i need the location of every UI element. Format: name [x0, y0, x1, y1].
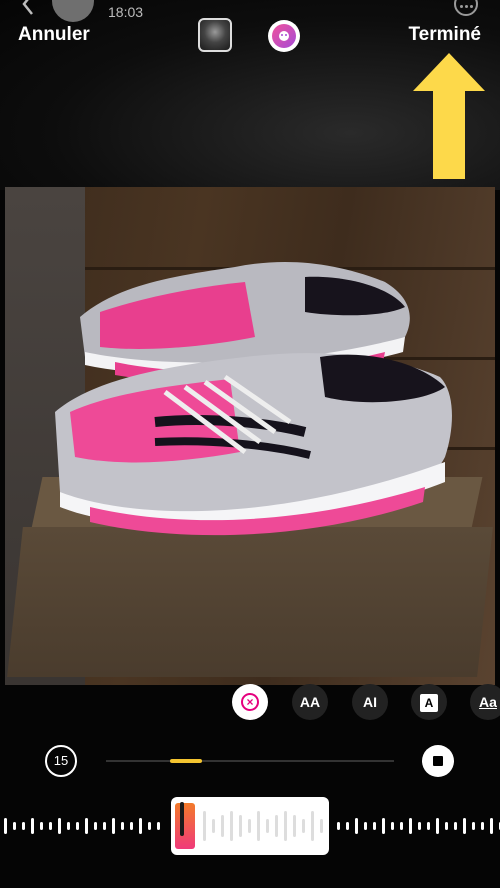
waveform-bar: [13, 822, 16, 830]
sticker-face-icon[interactable]: [268, 20, 300, 52]
clip-waveform-bar: [320, 819, 323, 833]
waveform-bar: [139, 818, 142, 834]
status-time: 18:03: [108, 4, 144, 20]
waveform-bar: [454, 822, 457, 830]
remove-style-button[interactable]: ×: [232, 684, 268, 720]
waveform-bar: [463, 818, 466, 834]
waveform-bar: [40, 822, 43, 830]
waveform-bar: [148, 822, 151, 830]
waveform-bar: [103, 822, 106, 830]
waveform-bar: [490, 818, 493, 834]
sneakers-image: [55, 262, 452, 536]
clip-start-marker: [175, 803, 195, 849]
waveform-bar: [121, 822, 124, 830]
text-style-box-button[interactable]: A: [411, 684, 447, 720]
waveform-bar: [112, 818, 115, 834]
close-icon: ×: [241, 693, 259, 711]
waveform-bar: [418, 822, 421, 830]
clip-handle[interactable]: [180, 802, 184, 836]
text-style-bold-button[interactable]: AI: [352, 684, 388, 720]
clip-waveform-bar: [275, 815, 278, 837]
clip-waveform-bar: [230, 811, 233, 841]
clip-waveform: [203, 811, 323, 841]
waveform-bar: [355, 818, 358, 834]
clip-waveform-bar: [311, 811, 314, 841]
waveform-bar: [391, 822, 394, 830]
waveform-bar: [409, 818, 412, 834]
clip-waveform-bar: [302, 819, 305, 833]
music-cover-icon[interactable]: [198, 18, 232, 52]
waveform-bar: [436, 818, 439, 834]
audio-clip-selector[interactable]: [171, 797, 329, 855]
clip-waveform-bar: [293, 815, 296, 837]
waveform-bar: [85, 818, 88, 834]
waveform-bar: [373, 822, 376, 830]
clip-waveform-bar: [203, 811, 206, 841]
waveform-bar: [481, 822, 484, 830]
stop-button[interactable]: [422, 745, 454, 777]
waveform-bar: [94, 822, 97, 830]
duration-button[interactable]: 15: [45, 745, 77, 777]
waveform-bar: [49, 822, 52, 830]
waveform-bar: [58, 818, 61, 834]
clip-waveform-bar: [248, 819, 251, 833]
waveform-bar: [337, 822, 340, 830]
more-horizontal-icon[interactable]: [454, 0, 478, 16]
chevron-left-icon[interactable]: [18, 0, 38, 16]
text-style-plain-button[interactable]: AA: [292, 684, 328, 720]
waveform-bar: [427, 822, 430, 830]
clip-waveform-bar: [257, 811, 260, 841]
waveform-bar: [22, 822, 25, 830]
text-style-underline-button[interactable]: Aa: [470, 684, 500, 720]
story-photo: [5, 187, 495, 685]
waveform-bar: [400, 822, 403, 830]
text-style-box-label: A: [420, 694, 438, 712]
stop-icon: [433, 756, 443, 766]
face-icon: [279, 31, 289, 41]
waveform-bar: [67, 822, 70, 830]
waveform-bar: [472, 822, 475, 830]
waveform-bar: [157, 822, 160, 830]
status-row: 18:03: [0, 0, 500, 22]
waveform-bar: [4, 818, 7, 834]
clip-waveform-bar: [239, 815, 242, 837]
yellow-arrow-up-icon: [413, 53, 485, 179]
done-button[interactable]: Terminé: [408, 24, 481, 46]
waveform-bar: [76, 822, 79, 830]
avatar: [52, 0, 94, 22]
clip-waveform-bar: [266, 819, 269, 833]
clip-waveform-bar: [212, 819, 215, 833]
scrub-thumb[interactable]: [170, 759, 202, 763]
waveform-bar: [445, 822, 448, 830]
waveform-bar: [31, 818, 34, 834]
waveform-bar: [346, 822, 349, 830]
clip-waveform-bar: [284, 811, 287, 841]
clip-waveform-bar: [221, 815, 224, 837]
waveform-bar: [364, 822, 367, 830]
story-editor-screen: 18:03 Annuler Terminé × AA AI A Aa 15: [0, 0, 500, 888]
scrub-track[interactable]: [106, 760, 394, 762]
cancel-button[interactable]: Annuler: [18, 24, 90, 46]
waveform-bar: [382, 818, 385, 834]
waveform-bar: [130, 822, 133, 830]
